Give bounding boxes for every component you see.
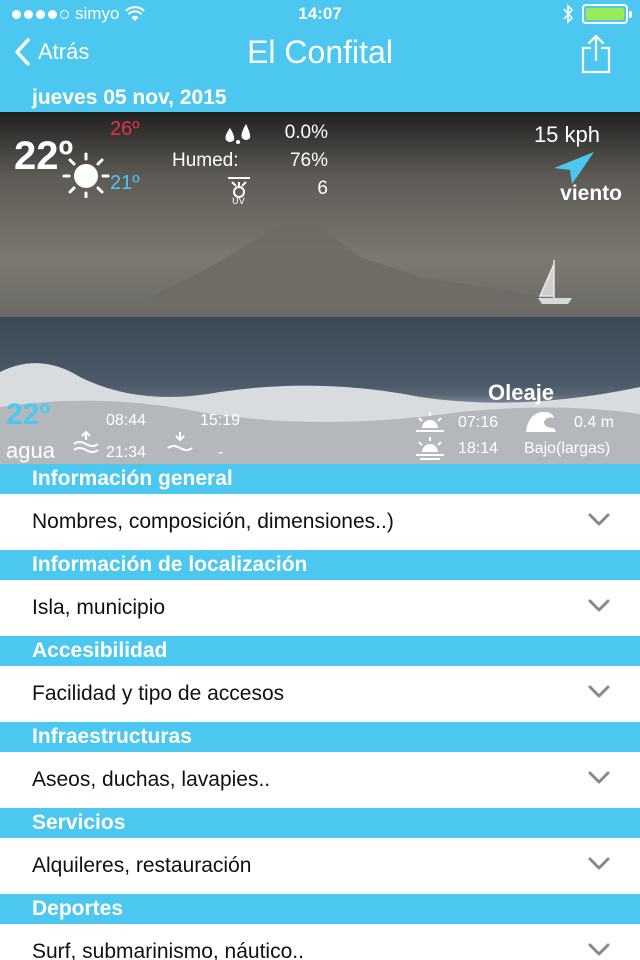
section-row-infrastructure[interactable]: Aseos, duchas, lavapies..	[0, 752, 640, 808]
wind-direction-icon	[554, 152, 594, 184]
section-row-label: Facilidad y tipo de accesos	[32, 682, 285, 705]
navigation-bar: Atrás El Confital	[0, 28, 640, 84]
section-row-label: Surf, submarinismo, náutico..	[32, 940, 304, 960]
clock: 14:07	[298, 4, 342, 23]
chevron-down-icon	[588, 513, 610, 526]
section-header-accessibility: Accesibilidad	[0, 636, 640, 666]
section-header-services: Servicios	[0, 808, 640, 838]
section-row-sports[interactable]: Surf, submarinismo, náutico..	[0, 924, 640, 960]
date-bar: jueves 05 nov, 2015	[0, 84, 640, 112]
rain-value: 0.0%	[284, 122, 328, 143]
high-tide-time-2: 15:19	[200, 412, 241, 429]
section-header-sports: Deportes	[0, 894, 640, 924]
wind-label: viento	[560, 182, 622, 205]
water-temperature: 22º	[6, 398, 51, 431]
high-tide-icon	[73, 430, 99, 453]
swell-height: 0.4 m	[574, 414, 615, 431]
sun-icon	[62, 152, 110, 198]
section-row-general[interactable]: Nombres, composición, dimensiones..)	[0, 494, 640, 550]
battery-icon	[582, 4, 632, 24]
sunrise-icon	[416, 412, 444, 432]
max-temperature: 26º	[110, 118, 140, 140]
sailboat-image	[538, 260, 572, 304]
section-row-label: Nombres, composición, dimensiones..)	[32, 510, 394, 533]
top-bar: simyo 14:07 Atrás El Confital	[0, 0, 640, 84]
swell-label: Oleaje	[488, 380, 555, 405]
status-bar: simyo 14:07	[0, 0, 640, 28]
chevron-down-icon	[588, 857, 610, 870]
bluetooth-icon	[563, 4, 574, 24]
mountain-image	[150, 217, 550, 297]
high-tide-time-1: 08:44	[106, 412, 147, 429]
section-row-label: Aseos, duchas, lavapies..	[32, 768, 271, 791]
section-header-infrastructure: Infraestructuras	[0, 722, 640, 752]
svg-text:UV: UV	[232, 197, 246, 204]
section-row-label: Alquileres, restauración	[32, 854, 252, 877]
status-right	[562, 4, 632, 24]
weather-panel: 22º 26º 21º 0.0% Humed: 76% UV 6 15 kph …	[0, 112, 640, 464]
section-row-location[interactable]: Isla, municipio	[0, 580, 640, 636]
info-sections: Información general Nombres, composición…	[0, 464, 640, 960]
page-title: El Confital	[247, 34, 393, 70]
humidity-value: 76%	[289, 150, 328, 171]
section-row-services[interactable]: Alquileres, restauración	[0, 838, 640, 894]
sunrise-time: 07:16	[458, 414, 499, 431]
min-temperature: 21º	[110, 172, 140, 194]
water-label: agua	[6, 438, 55, 463]
chevron-down-icon	[588, 771, 610, 784]
section-row-accessibility[interactable]: Facilidad y tipo de accesos	[0, 666, 640, 722]
wind-speed: 15 kph	[533, 122, 600, 147]
share-icon	[581, 34, 611, 74]
section-row-label: Isla, municipio	[32, 596, 166, 619]
chevron-down-icon	[588, 599, 610, 612]
chevron-down-icon	[588, 943, 610, 956]
wave-icon	[526, 411, 556, 432]
low-tide-icon	[167, 432, 193, 451]
uv-value: 6	[317, 178, 328, 199]
chevron-down-icon	[588, 685, 610, 698]
sunset-time: 18:14	[458, 440, 499, 457]
low-tide-time-1: 21:34	[106, 444, 147, 461]
swell-description: Bajo(largas)	[524, 440, 611, 457]
section-header-location: Información de localización	[0, 550, 640, 580]
sunset-icon	[416, 437, 444, 460]
low-tide-time-2: -	[218, 444, 224, 461]
section-header-general: Información general	[0, 464, 640, 494]
share-button[interactable]	[580, 34, 612, 79]
humidity-label: Humed:	[172, 150, 239, 171]
